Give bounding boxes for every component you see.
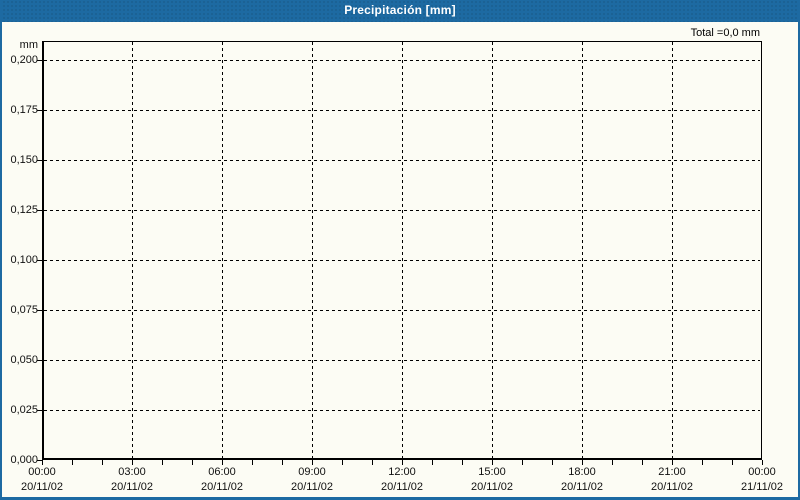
x-tick-date: 20/11/02 bbox=[290, 481, 333, 493]
chart-window: Precipitación [mm] Total =0,0 mm mm 0,20… bbox=[0, 0, 800, 500]
x-tick-date: 20/11/02 bbox=[650, 481, 693, 493]
x-tick-time: 03:00 bbox=[118, 466, 146, 478]
total-annotation: Total =0,0 mm bbox=[690, 27, 760, 39]
chart-title: Precipitación [mm] bbox=[344, 3, 456, 17]
x-tick-date: 20/11/02 bbox=[110, 481, 153, 493]
x-tick-time: 00:00 bbox=[748, 466, 776, 478]
y-tick-label: 0,175 bbox=[10, 104, 38, 116]
y-tick-label: 0,200 bbox=[10, 54, 38, 66]
x-tick-time: 15:00 bbox=[478, 466, 506, 478]
chart-content: Total =0,0 mm mm 0,200 0,175 0,150 0,125 0,1… bbox=[2, 22, 798, 495]
y-axis-unit-label: mm bbox=[19, 39, 38, 51]
x-tick-date: 20/11/02 bbox=[470, 481, 513, 493]
x-tick-time: 09:00 bbox=[298, 466, 326, 478]
x-tick-time: 12:00 bbox=[388, 466, 416, 478]
x-tick-date: 21/11/02 bbox=[740, 481, 783, 493]
y-tick-label: 0,125 bbox=[10, 204, 38, 216]
y-tick-label: 0,050 bbox=[10, 354, 38, 366]
x-tick-date: 20/11/02 bbox=[200, 481, 243, 493]
chart-titlebar[interactable]: Precipitación [mm] bbox=[2, 0, 798, 22]
plot-area bbox=[37, 41, 763, 465]
x-tick-time: 06:00 bbox=[208, 466, 236, 478]
y-tick-label: 0,025 bbox=[10, 404, 38, 416]
x-tick-date: 20/11/02 bbox=[20, 481, 63, 493]
x-tick-time: 21:00 bbox=[658, 466, 686, 478]
x-tick-date: 20/11/02 bbox=[560, 481, 603, 493]
x-tick-time: 18:00 bbox=[568, 466, 596, 478]
y-tick-label: 0,000 bbox=[10, 454, 38, 466]
y-tick-label: 0,075 bbox=[10, 304, 38, 316]
x-tick-time: 00:00 bbox=[28, 466, 56, 478]
y-tick-label: 0,150 bbox=[10, 154, 38, 166]
y-tick-label: 0,100 bbox=[10, 254, 38, 266]
x-tick-date: 20/11/02 bbox=[380, 481, 423, 493]
